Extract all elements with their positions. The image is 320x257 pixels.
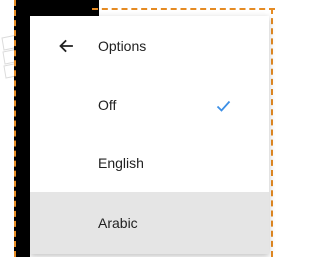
menu-title: Options	[98, 38, 147, 54]
menu-item-off[interactable]: Off	[30, 76, 269, 134]
options-menu: Options Off English Arabic	[30, 16, 269, 254]
menu-item-label: Arabic	[98, 215, 138, 231]
menu-header: Options	[30, 16, 269, 76]
menu-item-arabic[interactable]: Arabic	[30, 192, 269, 254]
selection-outline-right	[271, 8, 273, 257]
dark-backdrop-left	[14, 0, 30, 257]
menu-item-english[interactable]: English	[30, 134, 269, 192]
menu-item-label: English	[98, 155, 144, 171]
checkmark-icon	[216, 100, 231, 112]
dark-backdrop-top	[14, 0, 99, 16]
selection-outline-top	[92, 8, 275, 10]
arrow-left-icon[interactable]	[59, 39, 73, 53]
menu-item-label: Off	[98, 97, 117, 113]
selection-outline-left	[14, 0, 16, 257]
